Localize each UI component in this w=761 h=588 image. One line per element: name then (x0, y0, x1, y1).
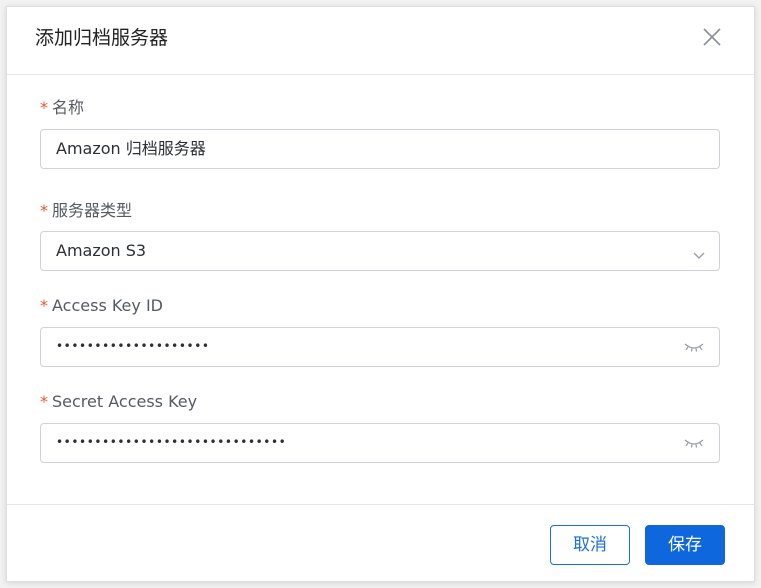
close-icon[interactable] (700, 25, 724, 49)
required-mark: * (40, 296, 48, 315)
access-key-id-value: •••••••••••••••••••• (56, 339, 210, 353)
chevron-down-icon (692, 246, 706, 259)
add-archive-server-dialog: 添加归档服务器 * 名称 Amazon 归档服务器 * 服务器类型 Amazon S… (6, 6, 755, 582)
access-key-id-label: * Access Key ID (40, 295, 163, 317)
required-mark: * (40, 392, 48, 411)
secret-access-key-value: •••••••••••••••••••••••••••••• (56, 435, 287, 449)
name-input-value: Amazon 归档服务器 (56, 139, 206, 158)
server-type-label-text: 服务器类型 (52, 201, 133, 220)
save-button[interactable]: 保存 (645, 525, 725, 565)
required-mark: * (40, 201, 48, 220)
dialog-header: 添加归档服务器 (7, 7, 754, 75)
dialog-footer-divider (7, 504, 754, 505)
dialog-title: 添加归档服务器 (35, 27, 169, 49)
cancel-button[interactable]: 取消 (550, 525, 630, 565)
secret-access-key-label-text: Secret Access Key (52, 392, 198, 411)
access-key-id-label-text: Access Key ID (52, 296, 163, 315)
name-input[interactable]: Amazon 归档服务器 (40, 129, 720, 169)
required-mark: * (40, 98, 48, 117)
name-label: * 名称 (40, 97, 84, 119)
server-type-select[interactable]: Amazon S3 (40, 231, 720, 271)
secret-access-key-input[interactable]: •••••••••••••••••••••••••••••• (40, 423, 720, 463)
secret-access-key-label: * Secret Access Key (40, 391, 197, 413)
server-type-label: * 服务器类型 (40, 200, 132, 222)
access-key-id-input[interactable]: •••••••••••••••••••• (40, 327, 720, 367)
eye-closed-icon[interactable] (683, 339, 705, 355)
name-label-text: 名称 (52, 98, 85, 117)
server-type-value: Amazon S3 (56, 241, 147, 260)
eye-closed-icon[interactable] (683, 435, 705, 451)
